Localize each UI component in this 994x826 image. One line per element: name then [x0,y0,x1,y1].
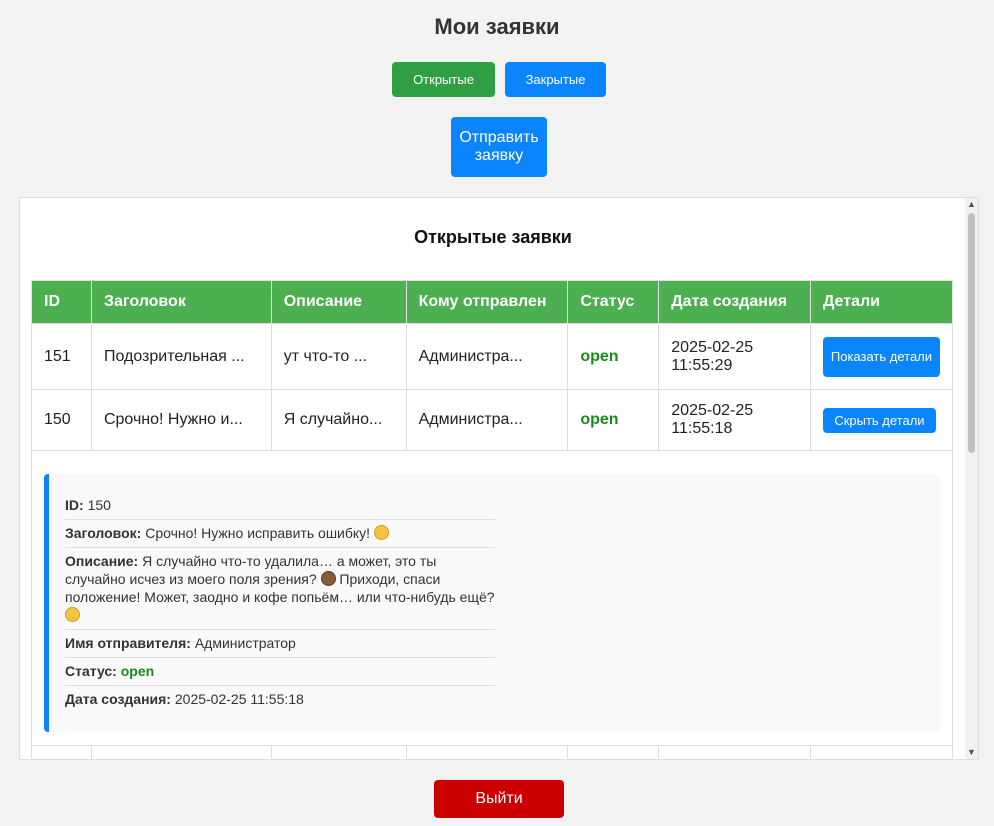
tab-closed-requests[interactable]: Закрытые [505,62,606,97]
requests-scroll-area: Открытые заявки ID Заголовок Описание Ко… [20,198,966,759]
section-title: Открытые заявки [414,227,572,247]
detail-description: Описание: Я случайно что-то удалила… а м… [65,548,495,630]
cell-date: 2025-02-25 11:55:18 [658,389,811,451]
cell-date: 2025-02-25 11:55:29 [658,323,811,390]
cell-details: Скрыть детали [809,389,954,451]
column-header-description: Описание [270,280,407,324]
detail-id: ID: 150 [65,492,495,520]
winking-tongue-emoji-icon [65,607,80,622]
detail-id-label: ID: [65,497,84,513]
send-request-button[interactable]: Отправить заявку [451,117,547,177]
smirk-emoji-icon [373,525,389,540]
column-header-recipient: Кому отправлен [405,280,569,324]
cell-recipient: Администра... [405,389,569,451]
requests-table: ID Заголовок Описание Кому отправлен Ста… [31,280,954,759]
detail-status-label: Статус: [65,663,117,679]
time-line: 11:55:18 [671,420,733,437]
detail-title: Заголовок: Срочно! Нужно исправить ошибк… [65,520,495,548]
logout-button[interactable]: Выйти [434,780,564,818]
column-header-date: Дата создания [658,280,811,324]
table-row [31,745,954,759]
details-card: ID: 150 Заголовок: Срочно! Нужно исправи… [44,474,940,732]
vertical-scrollbar[interactable]: ▲ ▼ [965,198,978,759]
detail-sender-label: Имя отправителя: [65,635,191,651]
date-line: 2025-02-25 [671,402,754,419]
cell-description: Я случайно... [270,389,407,451]
cell-status: open [567,389,660,451]
cell-title: Срочно! Нужно и... [90,389,272,451]
cell-description: ут что-то ... [270,323,407,390]
details-cell: ID: 150 Заголовок: Срочно! Нужно исправи… [31,450,953,746]
scroll-down-arrow-icon[interactable]: ▼ [965,746,978,759]
cell-id: 150 [31,389,92,451]
detail-status: Статус: open [65,658,495,686]
requests-panel: Открытые заявки ID Заголовок Описание Ко… [19,197,979,760]
hide-details-button[interactable]: Скрыть детали [822,407,936,433]
detail-status-value: open [120,663,155,679]
cell-details [809,745,954,759]
detail-sender: Имя отправителя: Администратор [65,630,495,658]
scroll-up-arrow-icon[interactable]: ▲ [965,198,978,211]
page-title: Мои заявки [434,14,560,39]
table-row: 150 Срочно! Нужно и... Я случайно... Адм… [31,389,954,451]
cell-title: Подозрительная ... [90,323,272,390]
column-header-id: ID [31,280,92,324]
see-no-evil-monkey-icon [320,571,336,586]
show-details-button[interactable]: Показать детали [822,336,940,377]
detail-date-value: 2025-02-25 11:55:18 [174,691,304,707]
scrollbar-thumb[interactable] [968,213,975,453]
table-header-row: ID Заголовок Описание Кому отправлен Ста… [31,280,954,324]
tab-open-requests[interactable]: Открытые [392,62,495,97]
date-line: 2025-02-25 [671,338,754,356]
column-header-details: Детали [809,280,954,324]
cell-id: 151 [31,323,92,390]
detail-title-value: Срочно! Нужно исправить ошибку! [145,525,371,541]
cell-recipient: Администра... [405,323,569,390]
detail-date: Дата создания: 2025-02-25 11:55:18 [65,686,495,713]
detail-description-label: Описание: [65,553,139,569]
cell-details: Показать детали [809,323,954,390]
details-row: ID: 150 Заголовок: Срочно! Нужно исправи… [31,450,953,746]
detail-sender-value: Администратор [194,635,296,651]
time-line: 11:55:29 [671,356,733,374]
detail-title-label: Заголовок: [65,525,142,541]
cell-status: open [567,323,660,390]
detail-id-value: 150 [87,497,111,513]
column-header-status: Статус [567,280,660,324]
detail-date-label: Дата создания: [65,691,171,707]
table-row: 151 Подозрительная ... ут что-то ... Адм… [31,323,954,390]
column-header-title: Заголовок [90,280,272,324]
